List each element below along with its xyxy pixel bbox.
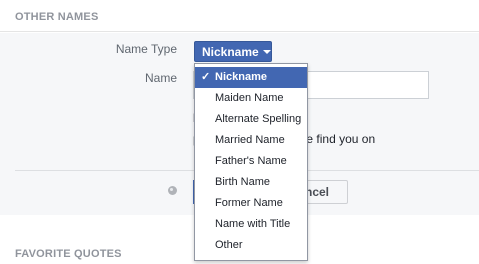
menu-item-label: Married Name xyxy=(215,134,285,146)
menu-item-other[interactable]: Other xyxy=(195,235,307,256)
menu-item-label: Maiden Name xyxy=(215,92,284,104)
menu-item-name-with-title[interactable]: Name with Title xyxy=(195,214,307,235)
menu-item-label: Nickname xyxy=(215,71,267,83)
section-title: FAVORITE QUOTES xyxy=(15,248,122,260)
menu-item-label: Name with Title xyxy=(215,218,291,230)
check-icon: ✓ xyxy=(201,71,211,83)
menu-item-birth-name[interactable]: Birth Name xyxy=(195,172,307,193)
menu-item-nickname[interactable]: ✓ Nickname xyxy=(195,67,307,88)
menu-item-label: Father's Name xyxy=(215,155,287,167)
menu-item-label: Other xyxy=(215,239,243,251)
menu-item-label: Birth Name xyxy=(215,176,271,188)
caret-down-icon xyxy=(262,50,271,54)
section-title: OTHER NAMES xyxy=(15,11,99,23)
menu-item-alternate-spelling[interactable]: Alternate Spelling xyxy=(195,109,307,130)
name-type-menu: ✓ Nickname Maiden Name Alternate Spellin… xyxy=(194,63,308,261)
menu-item-married-name[interactable]: Married Name xyxy=(195,130,307,151)
globe-icon[interactable] xyxy=(168,186,177,195)
menu-item-label: Former Name xyxy=(215,197,283,209)
menu-item-label: Alternate Spelling xyxy=(215,113,302,125)
name-type-value: Nickname xyxy=(202,45,259,59)
menu-item-maiden-name[interactable]: Maiden Name xyxy=(195,88,307,109)
other-names-header: OTHER NAMES xyxy=(0,0,479,32)
name-type-dropdown-button[interactable]: Nickname xyxy=(194,41,272,62)
menu-item-former-name[interactable]: Former Name xyxy=(195,193,307,214)
name-label: Name xyxy=(144,71,177,85)
menu-item-fathers-name[interactable]: Father's Name xyxy=(195,151,307,172)
name-type-label: Name Type xyxy=(115,42,177,56)
